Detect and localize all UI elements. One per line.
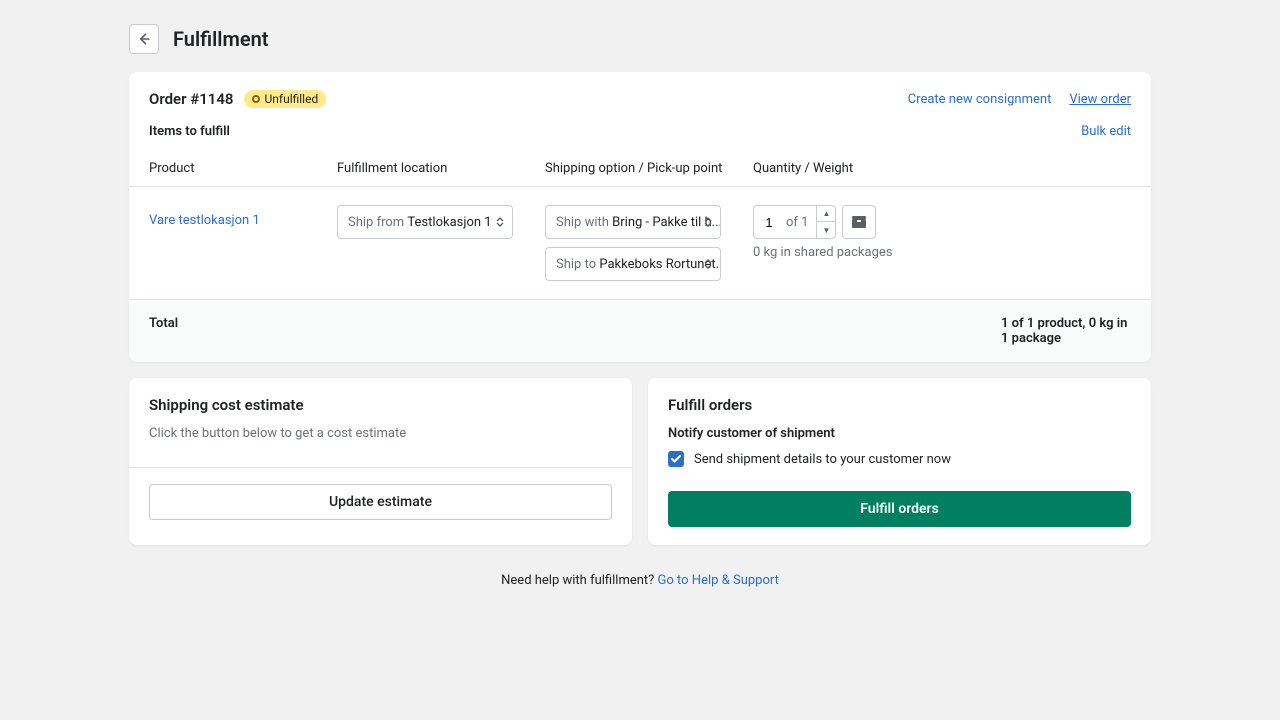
arrow-left-icon <box>136 31 152 47</box>
total-summary: 1 of 1 product, 0 kg in 1 package <box>1001 316 1131 346</box>
shipping-estimate-card: Shipping cost estimate Click the button … <box>129 378 632 545</box>
col-product: Product <box>149 161 329 176</box>
fulfill-title: Fulfill orders <box>668 396 1131 414</box>
total-label: Total <box>149 316 178 346</box>
package-icon <box>851 215 867 229</box>
package-button[interactable] <box>842 205 876 239</box>
ship-to-value: Pakkeboks Rortunet... <box>599 257 721 272</box>
col-location: Fulfillment location <box>337 161 537 176</box>
divider <box>129 467 632 468</box>
total-row: Total 1 of 1 product, 0 kg in 1 package <box>129 299 1151 362</box>
notify-label: Notify customer of shipment <box>668 426 1131 441</box>
notify-checkbox[interactable] <box>668 451 684 467</box>
select-chevrons-icon <box>496 217 504 227</box>
help-support-link[interactable]: Go to Help & Support <box>658 573 779 588</box>
qty-increment[interactable]: ▲ <box>817 206 835 222</box>
footer-text: Need help with fulfillment? <box>501 573 657 588</box>
fulfill-orders-card: Fulfill orders Notify customer of shipme… <box>648 378 1151 545</box>
estimate-text: Click the button below to get a cost est… <box>149 426 612 441</box>
update-estimate-button[interactable]: Update estimate <box>149 484 612 520</box>
table-header: Product Fulfillment location Shipping op… <box>129 151 1151 187</box>
fulfillment-location-select[interactable]: Ship from Testlokasjon 1 <box>337 205 513 239</box>
fulfill-orders-button[interactable]: Fulfill orders <box>668 491 1131 527</box>
quantity-input[interactable] <box>754 215 784 230</box>
shared-packages-text: 0 kg in shared packages <box>753 245 1131 260</box>
quantity-of-label: of 1 <box>784 215 816 230</box>
quantity-stepper[interactable]: of 1 ▲ ▼ <box>753 205 836 239</box>
page-title: Fulfillment <box>173 27 269 51</box>
order-card: Order #1148 Unfulfilled Create new consi… <box>129 72 1151 362</box>
col-shipping: Shipping option / Pick-up point <box>545 161 745 176</box>
qty-decrement[interactable]: ▼ <box>817 222 835 238</box>
view-order-link[interactable]: View order <box>1069 92 1131 107</box>
ship-from-prefix: Ship from <box>348 215 404 230</box>
table-row: Vare testlokasjon 1 Ship from Testlokasj… <box>129 187 1151 299</box>
back-button[interactable] <box>129 24 159 54</box>
status-label: Unfulfilled <box>265 92 319 106</box>
checkmark-icon <box>671 455 681 463</box>
pickup-point-select[interactable]: Ship to Pakkeboks Rortunet... <box>545 247 721 281</box>
product-link[interactable]: Vare testlokasjon 1 <box>149 205 329 228</box>
select-chevrons-icon <box>704 217 712 227</box>
shipping-option-select[interactable]: Ship with Bring - Pakke til h... <box>545 205 721 239</box>
footer-help: Need help with fulfillment? Go to Help &… <box>129 573 1151 588</box>
status-dot-icon <box>252 95 260 103</box>
ship-from-value: Testlokasjon 1 <box>407 215 491 230</box>
status-badge: Unfulfilled <box>244 90 327 108</box>
estimate-title: Shipping cost estimate <box>149 396 612 414</box>
notify-checkbox-label: Send shipment details to your customer n… <box>694 452 951 467</box>
bulk-edit-link[interactable]: Bulk edit <box>1081 124 1131 139</box>
ship-with-prefix: Ship with <box>556 215 609 230</box>
items-to-fulfill-label: Items to fulfill <box>149 124 230 139</box>
create-consignment-link[interactable]: Create new consignment <box>908 92 1052 107</box>
select-chevrons-icon <box>704 259 712 269</box>
order-number: Order #1148 <box>149 90 234 108</box>
col-qty: Quantity / Weight <box>753 161 1131 176</box>
ship-to-prefix: Ship to <box>556 257 596 272</box>
